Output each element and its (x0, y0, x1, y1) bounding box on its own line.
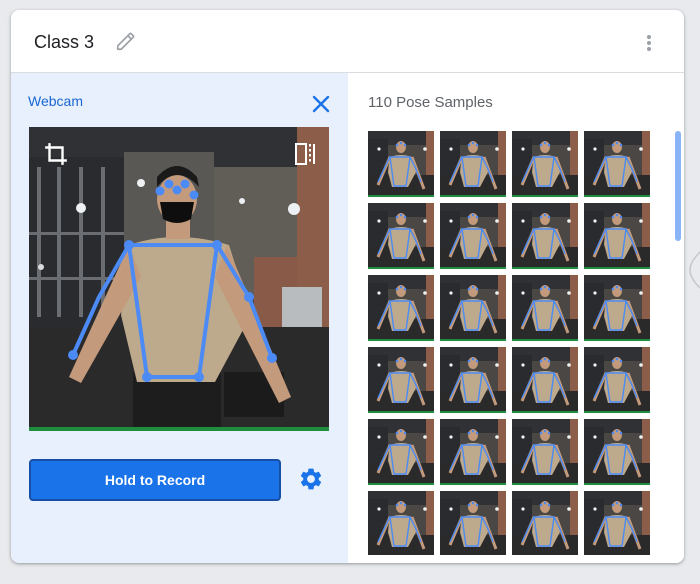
sample-thumbnail[interactable] (440, 347, 506, 413)
thumbnail-accent-bar (368, 267, 434, 269)
flip-horizontal-icon[interactable] (293, 141, 317, 167)
sample-thumbnail[interactable] (512, 419, 578, 485)
sample-thumbnail[interactable] (584, 203, 650, 269)
thumbnail-accent-bar (440, 483, 506, 485)
sample-thumbnail[interactable] (440, 275, 506, 341)
sample-thumbnail[interactable] (512, 275, 578, 341)
sample-thumbnail[interactable] (368, 419, 434, 485)
sample-thumbnail[interactable] (440, 203, 506, 269)
samples-scrollbar[interactable] (674, 131, 682, 555)
thumbnail-accent-bar (512, 339, 578, 341)
thumbnail-accent-bar (440, 339, 506, 341)
sample-thumbnail[interactable] (584, 131, 650, 197)
thumbnail-accent-bar (584, 195, 650, 197)
crop-icon[interactable] (43, 141, 69, 167)
class-card: Class 3 Webcam Hold to Record 110 Pose S… (11, 10, 684, 563)
sample-thumbnail[interactable] (368, 347, 434, 413)
thumbnail-accent-bar (584, 339, 650, 341)
thumbnail-accent-bar (440, 195, 506, 197)
sample-thumbnail[interactable] (440, 491, 506, 555)
thumbnail-accent-bar (440, 411, 506, 413)
thumbnail-accent-bar (512, 411, 578, 413)
sample-thumbnail[interactable] (512, 347, 578, 413)
sample-thumbnail[interactable] (368, 275, 434, 341)
sample-thumbnail[interactable] (368, 131, 434, 197)
webcam-preview (29, 127, 329, 431)
card-header: Class 3 (11, 10, 684, 73)
thumbnail-accent-bar (512, 267, 578, 269)
hold-to-record-button[interactable]: Hold to Record (29, 459, 281, 501)
class-name[interactable]: Class 3 (34, 32, 94, 53)
webcam-panel: Webcam Hold to Record (11, 73, 348, 563)
samples-panel: 110 Pose Samples (348, 73, 684, 563)
sample-count-label: 110 Pose Samples (368, 94, 493, 111)
sample-thumbnail[interactable] (368, 203, 434, 269)
page-edge-curve (689, 251, 700, 289)
thumbnail-accent-bar (368, 195, 434, 197)
more-vert-icon[interactable] (641, 32, 657, 54)
sample-thumbnail[interactable] (368, 491, 434, 555)
thumbnail-accent-bar (584, 483, 650, 485)
sample-thumbnail[interactable] (584, 491, 650, 555)
webcam-label: Webcam (28, 93, 83, 109)
thumbnail-accent-bar (512, 483, 578, 485)
thumbnail-accent-bar (512, 195, 578, 197)
sample-thumbnail[interactable] (440, 131, 506, 197)
recording-indicator-bar (29, 427, 329, 431)
thumbnail-accent-bar (368, 483, 434, 485)
sample-thumbnail[interactable] (440, 419, 506, 485)
sample-thumbnail[interactable] (584, 347, 650, 413)
thumbnail-accent-bar (440, 267, 506, 269)
thumbnail-accent-bar (368, 411, 434, 413)
samples-grid[interactable] (368, 131, 658, 555)
sample-thumbnail[interactable] (512, 491, 578, 555)
thumbnail-accent-bar (584, 267, 650, 269)
gear-icon[interactable] (298, 466, 324, 492)
sample-thumbnail[interactable] (584, 275, 650, 341)
scrollbar-thumb[interactable] (675, 131, 681, 241)
sample-thumbnail[interactable] (584, 419, 650, 485)
sample-thumbnail[interactable] (512, 131, 578, 197)
webcam-frame (29, 127, 329, 431)
pencil-icon[interactable] (115, 30, 137, 52)
sample-thumbnail[interactable] (512, 203, 578, 269)
thumbnail-accent-bar (368, 339, 434, 341)
close-icon[interactable] (309, 92, 333, 116)
thumbnail-accent-bar (584, 411, 650, 413)
